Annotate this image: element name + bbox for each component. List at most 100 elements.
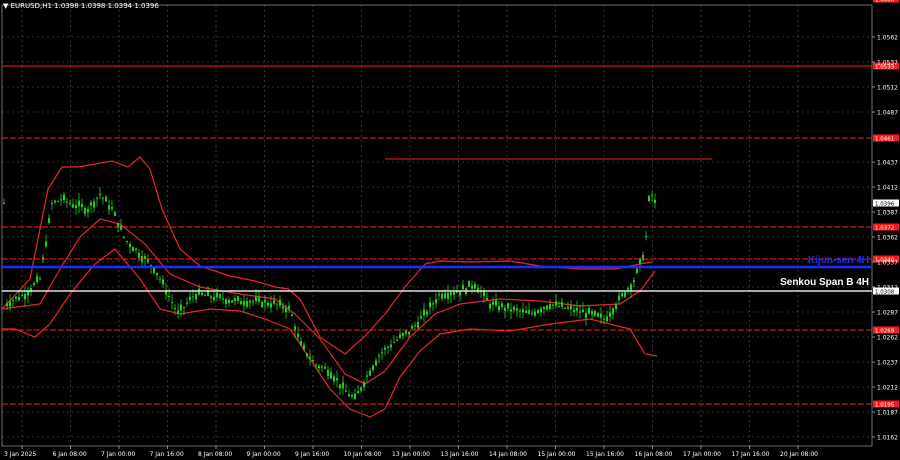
candle-body <box>471 285 473 289</box>
candle-body <box>366 375 368 377</box>
candle-body <box>408 331 410 335</box>
candle-body <box>486 298 488 300</box>
level-price-text: 1.0600 <box>875 0 895 3</box>
level-price-text: 1.0269 <box>875 328 895 334</box>
candle-body <box>399 334 401 338</box>
candle-body <box>153 268 155 274</box>
candle-body <box>585 313 587 318</box>
candle-body <box>255 296 257 302</box>
candle-body <box>45 241 47 247</box>
candle-body <box>435 299 437 304</box>
candle-body <box>372 365 374 370</box>
candle-body <box>312 359 314 362</box>
chart-grid <box>1 4 873 447</box>
y-tick-label: 1.0212 <box>877 385 898 392</box>
candle-body <box>426 311 428 315</box>
candle-body <box>441 293 443 299</box>
candle-body <box>291 314 293 316</box>
candle-body <box>495 299 497 306</box>
candle-body <box>189 296 191 300</box>
candle-body <box>345 390 347 392</box>
candle-body <box>252 301 254 302</box>
candle-body <box>90 202 92 206</box>
candle-body <box>273 300 275 304</box>
candle-body <box>288 305 290 309</box>
x-tick-label: 13 Jan 00:00 <box>392 451 430 458</box>
candle-body <box>417 321 419 328</box>
candle-body <box>411 326 413 329</box>
x-tick-label: 20 Jan 08:00 <box>780 451 818 458</box>
price-chart[interactable]: 1.06001.05331.04611.03721.03401.02691.01… <box>0 0 900 460</box>
candle-body <box>123 236 125 238</box>
candle-body <box>177 310 179 314</box>
candle-body <box>354 393 356 399</box>
senkou-span-b-label: Senkou Span B 4H <box>780 277 869 288</box>
candle-body <box>84 208 86 214</box>
candle-body <box>453 291 455 296</box>
candle-body <box>516 308 518 311</box>
candle-body <box>633 280 635 283</box>
candle-body <box>231 300 233 303</box>
collapse-arrow-icon[interactable]: ▼ <box>3 2 8 10</box>
candle-body <box>72 204 74 208</box>
candle-body <box>393 341 395 343</box>
candle-body <box>216 292 218 298</box>
x-tick-label: 6 Jan 08:00 <box>53 451 87 458</box>
candle-body <box>201 292 203 296</box>
candle-body <box>261 302 263 308</box>
x-tick-label: 7 Jan 00:00 <box>101 451 135 458</box>
candle-body <box>186 302 188 304</box>
x-tick-label: 17 Jan 16:00 <box>732 451 770 458</box>
candle-body <box>360 387 362 391</box>
candle-body <box>498 306 500 311</box>
candle-body <box>600 313 602 318</box>
candle-body <box>264 299 266 303</box>
candle-body <box>534 311 536 316</box>
candle-body <box>375 360 377 366</box>
candle-body <box>249 301 251 303</box>
y-tick-label: 1.0537 <box>877 60 898 67</box>
candle-body <box>282 306 284 309</box>
candle-body <box>243 301 245 306</box>
candle-body <box>309 357 311 360</box>
candle-body <box>414 325 416 327</box>
candle-body <box>267 302 269 306</box>
candle-body <box>612 308 614 315</box>
candle-body <box>513 306 515 310</box>
candle-body <box>321 366 323 368</box>
candle-body <box>108 205 110 210</box>
candle-body <box>213 296 215 301</box>
x-tick-label: 16 Jan 08:00 <box>635 451 673 458</box>
candle-body <box>492 301 494 305</box>
candle-body <box>576 307 578 311</box>
y-tick-label: 1.0487 <box>877 110 898 117</box>
candle-body <box>396 339 398 341</box>
candle-body <box>306 353 308 357</box>
candle-body <box>162 279 164 285</box>
candle-body <box>528 310 530 314</box>
candle-body <box>510 309 512 312</box>
upper-band-line <box>1 156 653 355</box>
y-tick-label: 1.0312 <box>877 285 898 292</box>
candle-body <box>594 310 596 316</box>
candle-body <box>438 294 440 296</box>
level-price-text: 1.0195 <box>875 402 895 408</box>
candle-body <box>114 211 116 216</box>
candle-body <box>105 196 107 202</box>
candle-body <box>654 199 656 203</box>
candle-body <box>540 308 542 313</box>
y-tick-label: 1.0262 <box>877 335 898 342</box>
candle-body <box>357 391 359 394</box>
candle-body <box>258 296 260 302</box>
candle-body <box>303 344 305 350</box>
candle-body <box>156 272 158 276</box>
candle-body <box>402 332 404 336</box>
y-tick-label: 1.0287 <box>877 310 898 317</box>
candle-body <box>462 285 464 290</box>
candle-body <box>384 347 386 350</box>
candle-body <box>501 303 503 307</box>
candle-body <box>234 298 236 301</box>
candle-body <box>378 355 380 357</box>
candle-body <box>327 370 329 377</box>
candle-body <box>342 382 344 389</box>
